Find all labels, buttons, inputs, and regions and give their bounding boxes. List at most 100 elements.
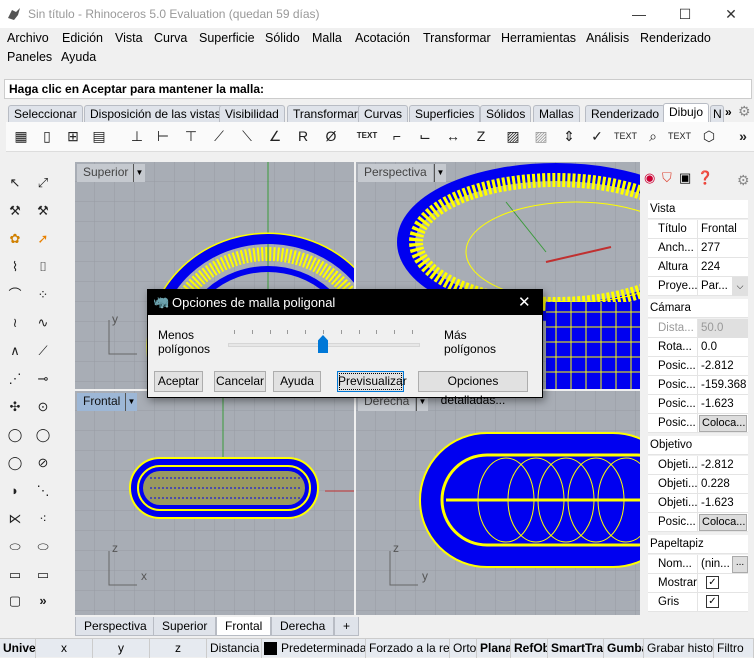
viewport-derecha[interactable]: z y Derecha ▼ bbox=[356, 391, 640, 615]
select-arrow-icon[interactable]: ↖ bbox=[4, 172, 26, 194]
arc-icon[interactable]: ∧ bbox=[4, 340, 26, 362]
hatch-icon[interactable]: ▨ bbox=[502, 125, 524, 147]
layout-icon[interactable]: ▦ bbox=[10, 125, 32, 147]
circle-3-icon[interactable]: ◯ bbox=[4, 452, 26, 474]
status-grid-snap[interactable]: Forzado a la re bbox=[366, 639, 450, 658]
previsualizar-button[interactable]: Previsualizar bbox=[337, 371, 407, 392]
opciones-detalladas-button[interactable]: Opciones detalladas... bbox=[418, 371, 528, 407]
menu-acotacion[interactable]: Acotación bbox=[355, 31, 410, 45]
circle-icon[interactable]: ◯ bbox=[4, 424, 26, 446]
status-filter[interactable]: Filtro bbox=[714, 639, 754, 658]
arc-4-icon[interactable]: ⋱ bbox=[32, 480, 54, 502]
circle-2-icon[interactable]: ◯ bbox=[32, 424, 54, 446]
ayuda-button[interactable]: Ayuda bbox=[273, 371, 321, 392]
curve-edit-2-icon[interactable]: ⁖ bbox=[32, 508, 54, 530]
tabs-overflow-button[interactable]: » bbox=[725, 105, 732, 119]
dimension-z-icon[interactable]: Z bbox=[470, 125, 492, 147]
display-icon[interactable]: ▣ bbox=[679, 170, 691, 186]
text-text-icon[interactable]: TEXT bbox=[668, 125, 691, 147]
curve-icon[interactable]: ⌒ bbox=[4, 284, 26, 306]
gear-icon[interactable]: ⚙ bbox=[738, 103, 751, 120]
menu-herramientas[interactable]: Herramientas bbox=[501, 31, 576, 45]
close-button[interactable]: ✕ bbox=[708, 0, 754, 28]
angle-45-icon[interactable]: ∠ bbox=[264, 125, 286, 147]
command-line[interactable]: Haga clic en Aceptar para mantener la ma… bbox=[4, 79, 752, 99]
gear-icon[interactable]: ⚙ bbox=[737, 172, 750, 189]
orange-arrow-icon[interactable]: ➚ bbox=[32, 228, 54, 250]
page-properties-icon[interactable]: ▤ bbox=[88, 125, 110, 147]
hatch-gray-icon[interactable]: ▨ bbox=[530, 125, 552, 147]
menu-renderizado[interactable]: Renderizado bbox=[640, 31, 711, 45]
menu-analisis[interactable]: Análisis bbox=[586, 31, 629, 45]
maximize-button[interactable]: ☐ bbox=[662, 0, 708, 28]
menu-archivo[interactable]: Archivo bbox=[7, 31, 49, 45]
freeform-icon[interactable]: ≀ bbox=[4, 312, 26, 334]
viewport-menu-dropdown[interactable]: ▼ bbox=[133, 164, 145, 182]
viewport-label-frontal[interactable]: Frontal bbox=[77, 393, 127, 411]
cancelar-button[interactable]: Cancelar bbox=[214, 371, 266, 392]
add-page-icon[interactable]: ⊞ bbox=[62, 125, 84, 147]
leader-2-icon[interactable]: ⌐ bbox=[386, 125, 408, 147]
menu-superficie[interactable]: Superficie bbox=[199, 31, 255, 45]
mostrar-checkbox[interactable]: ✓ bbox=[706, 576, 719, 589]
gris-checkbox[interactable]: ✓ bbox=[706, 595, 719, 608]
menu-paneles[interactable]: Paneles bbox=[7, 50, 52, 64]
vtab-derecha[interactable]: Derecha bbox=[271, 617, 335, 636]
text-edit-icon[interactable]: TEXT bbox=[614, 125, 637, 147]
circle-4-icon[interactable]: ⊘ bbox=[32, 452, 54, 474]
place-target-button[interactable]: Coloca... bbox=[699, 514, 747, 531]
transform-icon[interactable]: ✣ bbox=[4, 396, 26, 418]
text-find-icon[interactable]: ⌕ bbox=[642, 125, 664, 147]
menu-edicion[interactable]: Edición bbox=[62, 31, 103, 45]
status-ortho[interactable]: Orto bbox=[450, 639, 477, 658]
material-icon[interactable]: ⛉ bbox=[662, 170, 672, 186]
dotted-line-icon[interactable]: ⋰ bbox=[4, 368, 26, 390]
tab-visibilidad[interactable]: Visibilidad bbox=[219, 105, 285, 122]
tab-transformar[interactable]: Transformar bbox=[287, 105, 364, 122]
status-smarttrack[interactable]: SmartTrack bbox=[548, 639, 604, 658]
color-wheel-icon[interactable]: ◉ bbox=[644, 170, 655, 186]
point-icon[interactable]: ⤢ bbox=[32, 172, 54, 194]
tab-curvas[interactable]: Curvas bbox=[358, 105, 409, 122]
status-osnap[interactable]: RefObj bbox=[511, 639, 548, 658]
dimension-vertical-icon[interactable]: ⊥ bbox=[126, 125, 148, 147]
tab-disposicion[interactable]: Disposición de las vistas bbox=[84, 105, 227, 122]
ellipse-2-icon[interactable]: ⬭ bbox=[32, 536, 54, 558]
status-gumball[interactable]: Gumball bbox=[604, 639, 644, 658]
menu-ayuda[interactable]: Ayuda bbox=[61, 50, 96, 64]
polyline-icon[interactable]: ⌷ bbox=[32, 256, 54, 278]
make2d-icon[interactable]: ⬡ bbox=[698, 125, 720, 147]
circle-point-icon[interactable]: ⊙ bbox=[32, 396, 54, 418]
viewport-menu-dropdown[interactable]: ▼ bbox=[125, 393, 137, 411]
rectangle-2-icon[interactable]: ▭ bbox=[32, 564, 54, 586]
status-units[interactable]: Unive bbox=[0, 639, 36, 658]
tab-renderizado[interactable]: Renderizado bbox=[585, 105, 666, 122]
line-icon[interactable]: ⌇ bbox=[4, 256, 26, 278]
interp-curve-icon[interactable]: ∿ bbox=[32, 312, 54, 334]
vtab-perspectiva[interactable]: Perspectiva bbox=[75, 617, 156, 636]
rounded-rect-icon[interactable]: ▢ bbox=[4, 590, 26, 612]
status-planar[interactable]: Planar bbox=[477, 639, 511, 658]
ellipse-icon[interactable]: ⬭ bbox=[4, 536, 26, 558]
minimize-button[interactable]: — bbox=[616, 0, 662, 28]
tab-solidos[interactable]: Sólidos bbox=[480, 105, 532, 122]
radius-icon[interactable]: R bbox=[292, 125, 314, 147]
place-camera-button[interactable]: Coloca... bbox=[699, 415, 747, 432]
menu-vista[interactable]: Vista bbox=[115, 31, 143, 45]
dialog-title-bar[interactable]: 🦏 Opciones de malla poligonal ✕ bbox=[148, 290, 542, 315]
menu-transformar[interactable]: Transformar bbox=[423, 31, 491, 45]
tab-mallas[interactable]: Mallas bbox=[533, 105, 580, 122]
tab-superficies[interactable]: Superficies bbox=[409, 105, 481, 122]
slider-thumb[interactable] bbox=[318, 335, 328, 353]
dimension-rotated-icon[interactable]: ⟍ bbox=[236, 125, 258, 147]
text-icon[interactable]: TEXT bbox=[356, 125, 378, 147]
dimension-aligned-icon[interactable]: ⟋ bbox=[208, 125, 230, 147]
add-viewport-button[interactable]: + bbox=[334, 617, 360, 636]
tab-dibujo[interactable]: Dibujo bbox=[663, 103, 710, 122]
tab-seleccionar[interactable]: Seleccionar bbox=[8, 105, 83, 122]
page-icon[interactable]: ▯ bbox=[36, 125, 58, 147]
menu-curva[interactable]: Curva bbox=[154, 31, 187, 45]
toolbar-overflow-button[interactable]: » bbox=[732, 125, 754, 147]
more-tools-button[interactable]: » bbox=[32, 590, 54, 612]
diameter-icon[interactable]: Ø bbox=[320, 125, 342, 147]
